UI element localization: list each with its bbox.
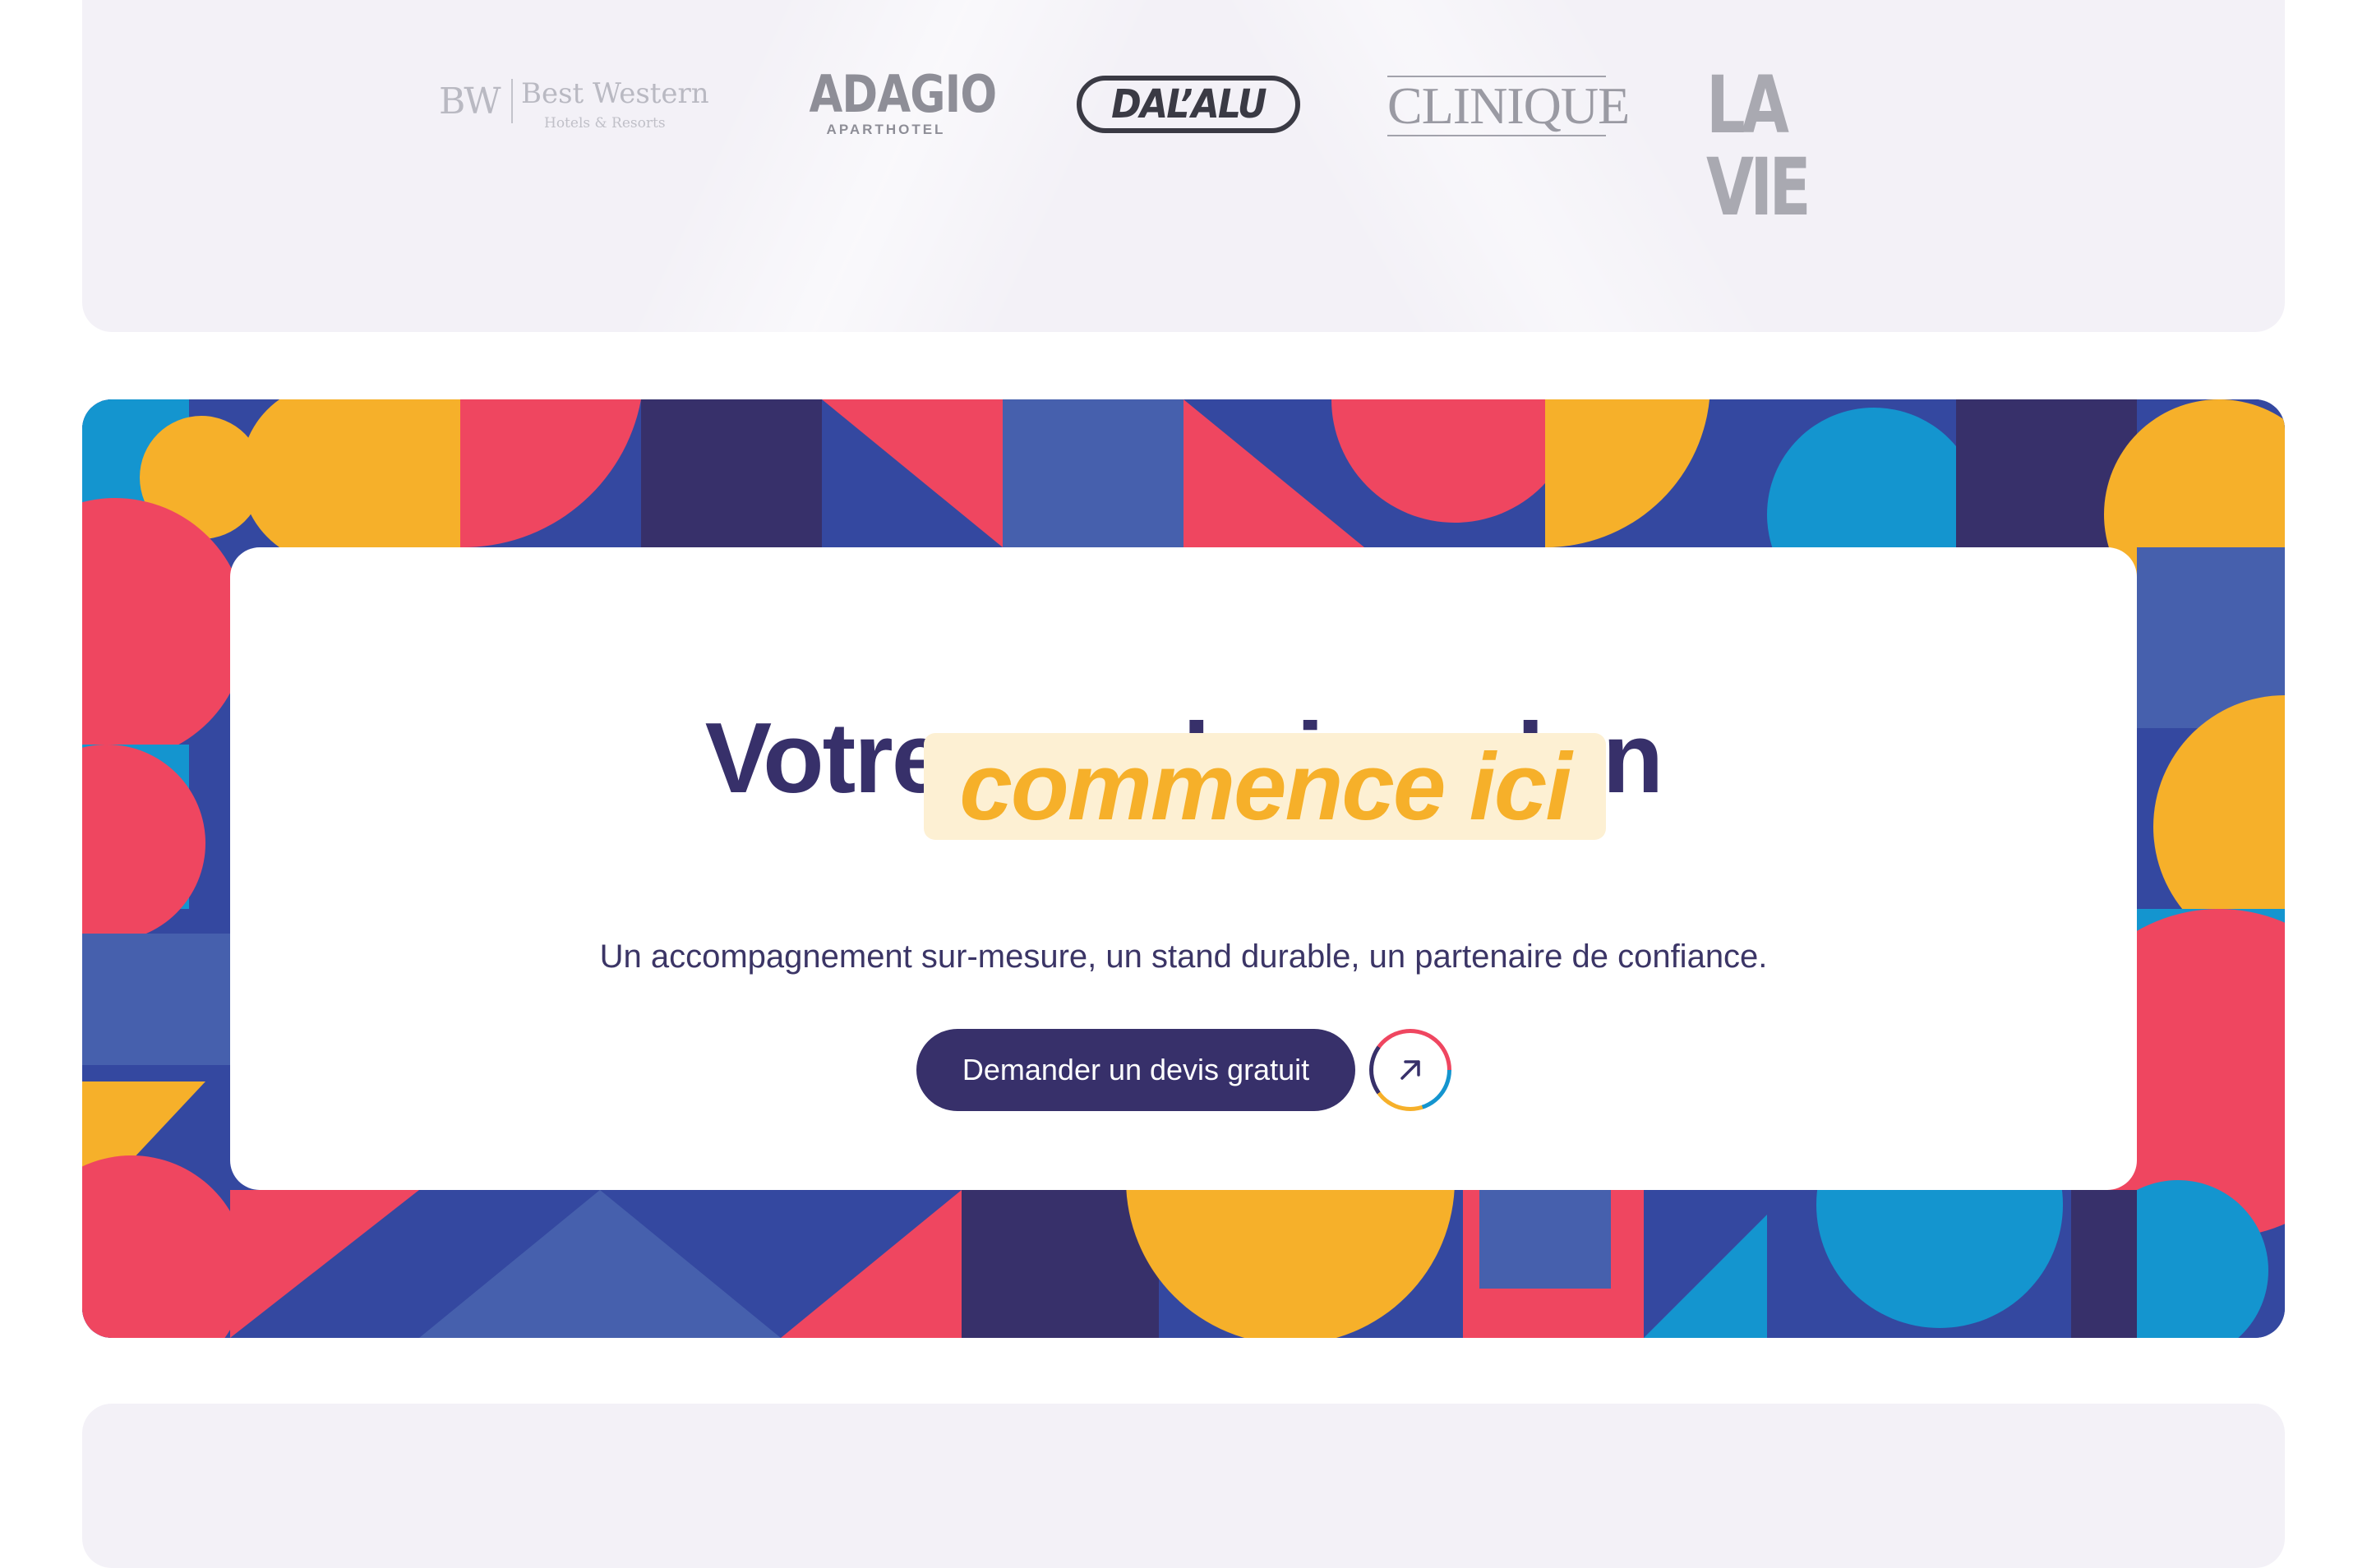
dalalu-name: DAL’ALU [1111,81,1267,127]
dalalu-logo: DAL’ALU [1077,76,1300,133]
best-western-name: Best Western [521,77,709,110]
clinique-rule-bottom [1387,135,1606,136]
best-western-separator [511,79,513,123]
adagio-tagline: APARTHOTEL [826,122,946,137]
client-logos-panel: BW Best Western Hotels & Resorts ADAGIO … [82,0,2285,332]
adagio-logo: ADAGIO APARTHOTEL [796,64,998,148]
next-section-panel [82,1404,2285,1568]
cta-highlight-box: commence ici [924,733,1606,840]
lavie-logo: LA VIE [1706,64,1879,228]
cta-subtitle: Un accompagnement sur-mesure, un stand d… [599,938,1768,975]
cta-card: Votre prochain salon commence ici Un acc… [230,547,2137,1190]
lavie-name: LA VIE [1706,59,1811,233]
best-western-tagline: Hotels & Resorts [544,115,666,131]
cta-highlight-text: commence ici [959,733,1571,840]
panel-background-sheen [82,0,2285,332]
cta-banner: Votre prochain salon commence ici Un acc… [82,399,2285,1338]
adagio-name: ADAGIO [809,64,998,124]
request-quote-button[interactable]: Demander un devis gratuit [916,1029,1355,1111]
clinique-logo: CLINIQUE [1387,72,1630,138]
best-western-logo: BW Best Western Hotels & Resorts [439,72,709,138]
arrow-up-right-icon [1400,1060,1420,1080]
clinique-name: CLINIQUE [1387,76,1630,135]
best-western-mark: BW [439,81,501,122]
request-quote-arrow-button[interactable] [1369,1029,1451,1111]
arrow-button-inner [1373,1033,1447,1107]
